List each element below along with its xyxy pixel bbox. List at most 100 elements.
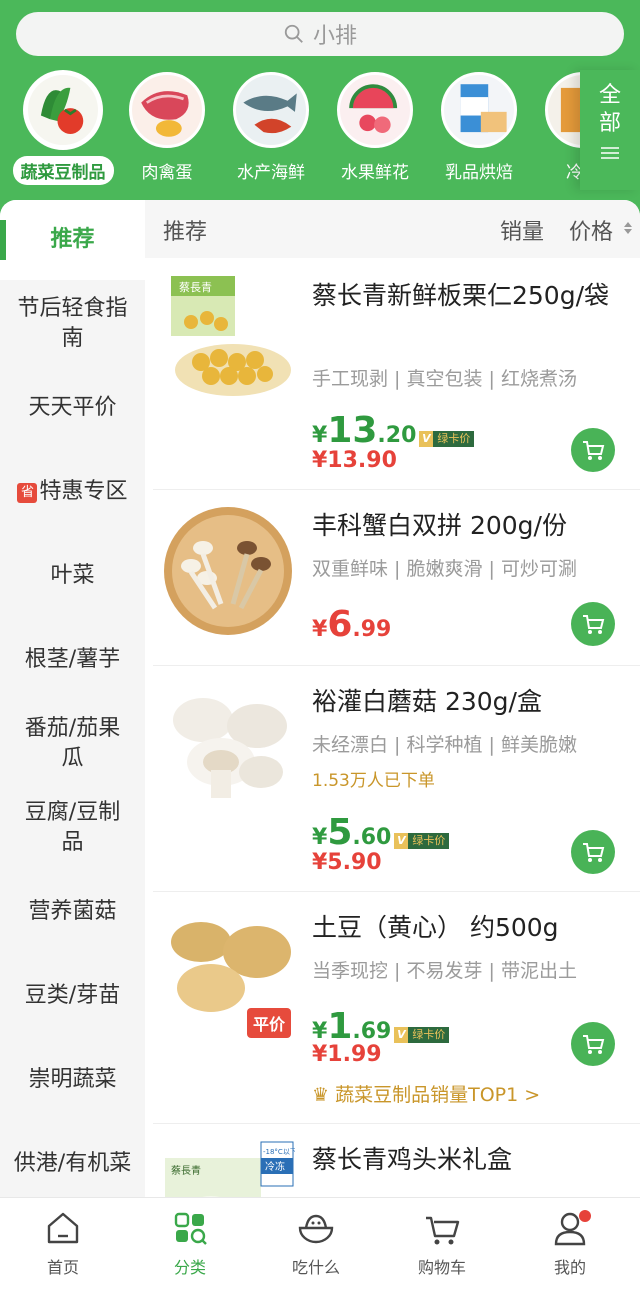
product-image: 蔡長青 — [161, 270, 295, 404]
temp-label: -18°C以下 — [263, 1148, 295, 1156]
category-frozen[interactable]: 冷冻 — [528, 70, 580, 185]
sales-rank-label: 蔬菜豆制品销量TOP1 > — [335, 1084, 541, 1106]
currency: ¥ — [312, 1019, 328, 1044]
category-seafood[interactable]: 水产海鲜 — [216, 70, 326, 185]
sidebar-item-chongming[interactable]: 崇明蔬菜 — [0, 1038, 145, 1122]
frozen-image — [545, 72, 580, 148]
product-card[interactable]: 蔡長青 蔡长青新鲜板栗仁250g/袋 手工现剥 | 真空包装 | 红烧煮汤 ¥1… — [153, 260, 640, 490]
price-decimal: .69 — [352, 1019, 392, 1044]
sidebar-item-label: 番茄/茄果瓜 — [24, 716, 121, 771]
currency: ¥ — [312, 617, 328, 642]
original-price: ¥5.90 — [312, 850, 382, 875]
category-dairy[interactable]: 乳品烘焙 — [424, 70, 534, 185]
product-title: 裕灌白蘑菇 230g/盒 — [312, 687, 542, 716]
sidebar-item-label: 节后轻食指南 — [17, 296, 128, 351]
price-integer: 1 — [327, 1006, 353, 1047]
add-to-cart-button[interactable] — [571, 1022, 615, 1066]
sold-count: 1.53万人已下单 — [312, 771, 435, 791]
cart-icon — [583, 1035, 605, 1054]
price-integer: 5 — [327, 812, 353, 853]
sidebar-item-label: 豆腐/豆制品 — [24, 800, 121, 855]
dairy-image — [441, 72, 517, 148]
tab-home[interactable]: 首页 — [18, 1208, 108, 1278]
product-card[interactable]: 裕灌白蘑菇 230g/盒 未经漂白 | 科学种植 | 鲜美脆嫩 1.53万人已下… — [153, 666, 640, 892]
category-fruit[interactable]: 水果鲜花 — [320, 70, 430, 185]
sort-sales[interactable]: 销量 — [500, 214, 544, 246]
add-to-cart-button[interactable] — [571, 830, 615, 874]
all-label-line2: 部 — [598, 111, 621, 136]
sidebar-item-label: 特惠专区 — [39, 479, 128, 504]
price-badge: 平价 — [247, 1008, 292, 1038]
sidebar-item-label: 营养菌菇 — [28, 899, 117, 924]
category-meat[interactable]: 肉禽蛋 — [112, 70, 222, 185]
price-decimal: .20 — [377, 423, 417, 448]
sidebar: 推荐 节后轻食指南 天天平价 省特惠专区 叶菜 根茎/薯芋 番茄/茄果瓜 豆腐/… — [0, 200, 145, 1197]
sidebar-item-recommend[interactable]: 推荐 — [0, 200, 145, 280]
search-bar[interactable]: 小排 — [16, 12, 624, 56]
tab-label: 首页 — [46, 1258, 79, 1277]
frozen-label: 冷冻 — [265, 1160, 285, 1173]
sidebar-item-light-meal[interactable]: 节后轻食指南 — [0, 282, 145, 366]
sidebar-item-tomato[interactable]: 番茄/茄果瓜 — [0, 702, 145, 786]
sidebar-item-organic[interactable]: 供港/有机菜 — [0, 1122, 145, 1197]
currency: ¥ — [312, 825, 328, 850]
tab-what-to-eat[interactable]: 吃什么 — [271, 1208, 361, 1278]
price-integer: 13 — [327, 410, 378, 451]
vip-price-badge: V 绿卡价 — [394, 1027, 450, 1043]
sort-recommend[interactable]: 推荐 — [163, 214, 207, 246]
cart-icon — [583, 441, 605, 460]
product-tags: 手工现剥 | 真空包装 | 红烧煮汤 — [312, 368, 577, 390]
sidebar-item-daily-low-price[interactable]: 天天平价 — [0, 366, 145, 450]
product-image: 蔡長青 -18°C以下 冷冻 — [161, 1138, 295, 1197]
product-price: ¥6.99 — [312, 604, 391, 645]
notification-dot — [579, 1210, 591, 1222]
brand-label: 蔡長青 — [179, 281, 212, 294]
tab-category[interactable]: 分类 — [145, 1208, 235, 1278]
cart-icon — [583, 615, 605, 634]
currency: ¥ — [312, 423, 328, 448]
sidebar-item-label: 天天平价 — [28, 395, 117, 420]
product-card[interactable]: 平价 土豆（黄心） 约500g 当季现挖 | 不易发芽 | 带泥出土 ¥1.69… — [153, 892, 640, 1124]
sidebar-item-special-offers[interactable]: 省特惠专区 — [0, 450, 145, 534]
sales-rank-link[interactable]: ♛ 蔬菜豆制品销量TOP1 > — [312, 1080, 540, 1107]
product-card[interactable]: 丰科蟹白双拼 200g/份 双重鲜味 | 脆嫩爽滑 | 可炒可涮 ¥6.99 — [153, 490, 640, 666]
add-to-cart-button[interactable] — [571, 428, 615, 472]
sidebar-item-label: 供港/有机菜 — [13, 1151, 132, 1176]
sort-price[interactable]: 价格 — [569, 214, 613, 246]
tab-me[interactable]: 我的 — [525, 1208, 615, 1278]
tab-cart[interactable]: 购物车 — [397, 1208, 487, 1278]
category-strip: 蔬菜豆制品 肉禽蛋 水产海鲜 水果鲜花 乳品烘焙 冷 — [0, 70, 580, 190]
product-price: ¥5.60 V 绿卡价 — [312, 812, 450, 853]
sidebar-item-label: 叶菜 — [50, 563, 95, 588]
sidebar-item-beans[interactable]: 豆类/芽苗 — [0, 954, 145, 1038]
meat-image — [129, 72, 205, 148]
seafood-image — [233, 72, 309, 148]
category-label: 肉禽蛋 — [141, 163, 193, 183]
sidebar-item-label: 根茎/薯芋 — [24, 647, 121, 672]
product-card[interactable]: 蔡長青 -18°C以下 冷冻 蔡长青鸡头米礼盒 — [153, 1124, 640, 1197]
price-integer: 6 — [327, 604, 353, 645]
original-price: ¥13.90 — [312, 448, 397, 473]
sidebar-item-label: 推荐 — [50, 227, 95, 252]
sidebar-item-tofu[interactable]: 豆腐/豆制品 — [0, 786, 145, 870]
bowl-icon — [298, 1214, 334, 1244]
sidebar-item-leafy[interactable]: 叶菜 — [0, 534, 145, 618]
fruit-image — [337, 72, 413, 148]
product-tags: 双重鲜味 | 脆嫩爽滑 | 可炒可涮 — [312, 558, 577, 580]
trophy-icon: ♛ — [312, 1084, 330, 1106]
sort-arrows-icon[interactable] — [623, 220, 633, 236]
search-icon — [284, 24, 303, 43]
tab-label: 吃什么 — [291, 1258, 340, 1277]
add-to-cart-button[interactable] — [571, 602, 615, 646]
product-title: 土豆（黄心） 约500g — [312, 913, 559, 942]
product-price: ¥13.20 V 绿卡价 — [312, 410, 475, 451]
category-label: 水果鲜花 — [341, 163, 409, 183]
all-categories-button[interactable]: 全 部 — [580, 70, 640, 190]
product-title: 蔡长青新鲜板栗仁250g/袋 — [312, 281, 610, 310]
product-list-panel: 推荐 销量 价格 蔡長青 蔡长青新鲜板栗仁250g/袋 手工现剥 | 真空包装 … — [145, 200, 640, 1197]
category-label: 冷冻 — [566, 163, 580, 183]
sidebar-item-roots[interactable]: 根茎/薯芋 — [0, 618, 145, 702]
sidebar-item-mushroom[interactable]: 营养菌菇 — [0, 870, 145, 954]
category-vegetables[interactable]: 蔬菜豆制品 — [8, 70, 118, 185]
vip-price-badge: V 绿卡价 — [419, 431, 475, 447]
